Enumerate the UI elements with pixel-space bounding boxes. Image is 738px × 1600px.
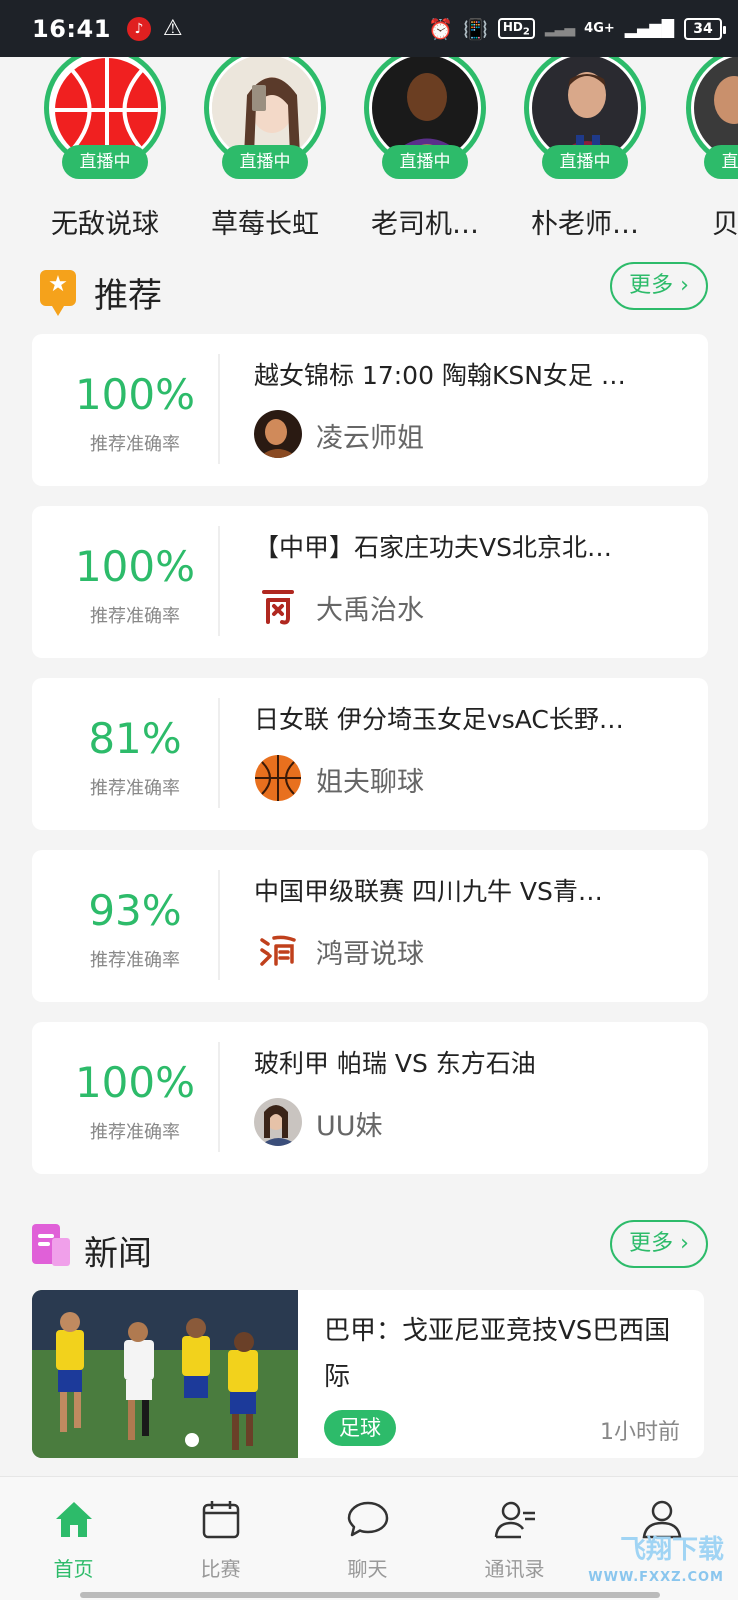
live-badge: 直播中 bbox=[222, 145, 308, 179]
author-avatar bbox=[254, 410, 302, 458]
soccer-match-photo-icon bbox=[32, 1290, 298, 1458]
author-avatar bbox=[254, 926, 302, 974]
recommend-card[interactable]: 93% 推荐准确率 中国甲级联赛 四川九牛 VS青… 鸿哥说球 bbox=[32, 850, 708, 1002]
streamer-name: 朴老师… bbox=[531, 209, 639, 240]
nav-item-home[interactable]: 首页 bbox=[0, 1477, 147, 1600]
home-indicator bbox=[80, 1592, 660, 1598]
divider bbox=[218, 1042, 220, 1152]
streamer-item[interactable]: 直播中 老司机… bbox=[350, 57, 500, 247]
author-name: UU妹 bbox=[316, 1111, 383, 1142]
section-title: 新闻 bbox=[84, 1234, 152, 1274]
hd-icon: HD2 bbox=[497, 17, 535, 40]
match-title: 中国甲级联赛 四川九牛 VS青… bbox=[254, 877, 603, 906]
news-section-header: 新闻 更多 › bbox=[0, 1220, 738, 1280]
author-avatar bbox=[254, 1098, 302, 1146]
accuracy-label: 推荐准确率 bbox=[90, 778, 180, 799]
nav-item-matches[interactable]: 比赛 bbox=[147, 1477, 294, 1600]
streamer-name: 贝 bbox=[712, 209, 738, 240]
streamer-name: 无敌说球 bbox=[51, 209, 159, 240]
vibrate-icon: 📳 bbox=[462, 16, 488, 41]
author-name: 大禹治水 bbox=[316, 595, 424, 626]
calendar-icon bbox=[202, 1501, 239, 1539]
person-avatar-icon bbox=[254, 1098, 302, 1146]
divider bbox=[218, 870, 220, 980]
live-badge: 直播中 bbox=[542, 145, 628, 179]
signal-weak-icon: ▂▃▄ bbox=[544, 20, 575, 37]
streamer-item[interactable]: 直播中 朴老师… bbox=[510, 57, 660, 247]
author-name: 凌云师姐 bbox=[316, 423, 424, 454]
author-avatar bbox=[254, 582, 302, 630]
basketball-icon bbox=[255, 755, 301, 801]
accuracy-rate: 93% bbox=[88, 886, 182, 935]
chevron-right-icon: › bbox=[673, 1231, 689, 1256]
nav-label: 首页 bbox=[53, 1557, 94, 1581]
live-badge: 直播中 bbox=[704, 145, 738, 179]
streamer-item[interactable]: 直播中 贝 bbox=[672, 57, 738, 247]
calligraphy-avatar-icon bbox=[262, 590, 294, 625]
streamer-item[interactable]: 直播中 草莓长虹 bbox=[190, 57, 340, 247]
recommend-card[interactable]: 100% 推荐准确率 玻利甲 帕瑞 VS 东方石油 UU妹 bbox=[32, 1022, 708, 1174]
accuracy-label: 推荐准确率 bbox=[90, 434, 180, 455]
divider bbox=[218, 354, 220, 464]
watermark: 飞翔下载 WWW.FXXZ.COM bbox=[588, 1535, 724, 1585]
nav-label: 比赛 bbox=[200, 1557, 241, 1581]
network-4g-icon: 4G+ bbox=[584, 21, 615, 36]
recommend-card[interactable]: 100% 推荐准确率 【中甲】石家庄功夫VS北京北… 大禹治水 bbox=[32, 506, 708, 658]
author-name: 姐夫聊球 bbox=[316, 767, 424, 798]
recommend-card[interactable]: 100% 推荐准确率 越女锦标 17:00 陶翰KSN女足 … 凌云师姐 bbox=[32, 334, 708, 486]
section-title: 推荐 bbox=[94, 276, 162, 316]
divider bbox=[218, 526, 220, 636]
news-title: 巴甲：戈亚尼亚竞技VS巴西国际 bbox=[324, 1316, 671, 1392]
alarm-icon: ⏰ bbox=[428, 16, 453, 41]
status-bar: 16:41 ♪ ⚠ ⏰ 📳 HD2 ▂▃▄ 4G+ ▂▄▆█ 34 bbox=[0, 0, 738, 57]
recommend-more-button[interactable]: 更多 › bbox=[610, 262, 708, 310]
person-avatar-icon bbox=[254, 410, 302, 458]
live-badge: 直播中 bbox=[382, 145, 468, 179]
nav-item-chat[interactable]: 聊天 bbox=[294, 1477, 441, 1600]
netease-music-icon: ♪ bbox=[126, 16, 151, 41]
chat-bubble-icon bbox=[347, 1501, 388, 1537]
chevron-right-icon: › bbox=[673, 273, 689, 298]
accuracy-rate: 81% bbox=[88, 714, 182, 763]
author-name: 鸿哥说球 bbox=[316, 939, 424, 970]
recommend-section-header: 推荐 更多 › bbox=[0, 262, 738, 322]
news-icon bbox=[32, 1224, 72, 1268]
nav-label: 聊天 bbox=[347, 1557, 388, 1581]
accuracy-label: 推荐准确率 bbox=[90, 1122, 180, 1143]
author-avatar bbox=[254, 754, 302, 802]
news-card[interactable]: 巴甲：戈亚尼亚竞技VS巴西国际 足球 1小时前 bbox=[32, 1290, 704, 1458]
recommend-card[interactable]: 81% 推荐准确率 日女联 伊分埼玉女足vsAC长野… 姐夫聊球 bbox=[32, 678, 708, 830]
home-icon bbox=[55, 1502, 92, 1537]
match-title: 玻利甲 帕瑞 VS 东方石油 bbox=[254, 1049, 536, 1078]
news-category-tag: 足球 bbox=[324, 1410, 396, 1446]
live-streamers-row[interactable]: 直播中 无敌说球 直播中 草莓长虹 直播中 老司机… 直播中 朴老师… 直 贝 bbox=[0, 57, 738, 247]
streamer-item[interactable]: 直播中 无敌说球 bbox=[30, 57, 180, 247]
battery-icon: 34 bbox=[684, 17, 726, 40]
streamer-name: 老司机… bbox=[371, 209, 479, 240]
streamer-name: 草莓长虹 bbox=[211, 209, 319, 240]
news-time: 1小时前 bbox=[600, 1420, 680, 1445]
news-more-button[interactable]: 更多 › bbox=[610, 1220, 708, 1268]
signal-icon: ▂▄▆█ bbox=[624, 19, 674, 38]
accuracy-label: 推荐准确率 bbox=[90, 606, 180, 627]
accuracy-label: 推荐准确率 bbox=[90, 950, 180, 971]
match-title: 越女锦标 17:00 陶翰KSN女足 … bbox=[254, 361, 626, 390]
contacts-icon bbox=[494, 1501, 535, 1539]
accuracy-rate: 100% bbox=[74, 542, 196, 591]
accuracy-rate: 100% bbox=[74, 370, 196, 419]
warning-icon: ⚠ bbox=[162, 16, 183, 41]
divider bbox=[218, 698, 220, 808]
match-title: 日女联 伊分埼玉女足vsAC长野… bbox=[254, 705, 624, 734]
news-image bbox=[32, 1290, 298, 1458]
accuracy-rate: 100% bbox=[74, 1058, 196, 1107]
live-badge: 直播中 bbox=[62, 145, 148, 179]
match-title: 【中甲】石家庄功夫VS北京北… bbox=[254, 533, 612, 562]
status-time: 16:41 bbox=[32, 14, 111, 43]
calligraphy-avatar-icon bbox=[260, 935, 296, 966]
star-badge-icon bbox=[40, 270, 76, 316]
